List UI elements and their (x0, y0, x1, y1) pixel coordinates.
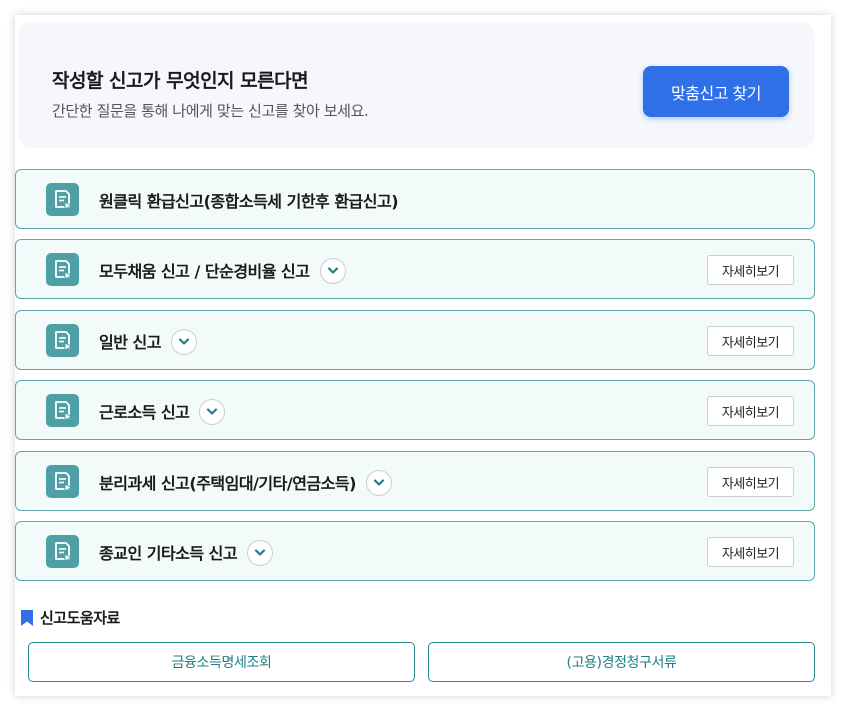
chevron-down-icon[interactable] (365, 470, 392, 496)
chevron-down-icon[interactable] (170, 329, 197, 355)
chevron-down-icon[interactable] (247, 540, 274, 566)
help-resources-title: 신고도움자료 (40, 609, 120, 627)
filing-row-label: 모두채움 신고 / 단순경비율 신고 (99, 258, 346, 284)
detail-button[interactable]: 자세히보기 (707, 396, 794, 426)
document-play-icon (46, 465, 79, 498)
filing-row-label: 분리과세 신고(주택임대/기타/연금소득) (99, 470, 392, 496)
filing-row-general[interactable]: 일반 신고 자세히보기 (15, 310, 815, 370)
bookmark-icon (21, 609, 33, 626)
document-play-icon (46, 535, 79, 568)
document-play-icon (46, 253, 79, 286)
guide-title: 작성할 신고가 무엇인지 모른다면 (52, 70, 309, 92)
detail-button[interactable]: 자세히보기 (707, 467, 794, 497)
filing-row-label: 근로소득 신고 (99, 399, 226, 425)
filing-row-separate-taxation[interactable]: 분리과세 신고(주택임대/기타/연금소득) 자세히보기 (15, 451, 815, 511)
guide-subtitle: 간단한 질문을 통해 나에게 맞는 신고를 찾아 보세요. (52, 102, 369, 120)
filing-row-label: 일반 신고 (99, 329, 197, 355)
detail-button[interactable]: 자세히보기 (707, 326, 794, 356)
document-play-icon (46, 394, 79, 427)
tax-filing-panel: 작성할 신고가 무엇인지 모른다면 간단한 질문을 통해 나에게 맞는 신고를 … (15, 15, 831, 696)
filing-row-label: 종교인 기타소득 신고 (99, 540, 274, 566)
find-custom-filing-button[interactable]: 맞춤신고 찾기 (643, 66, 789, 117)
document-play-icon (46, 324, 79, 357)
filing-row-religious[interactable]: 종교인 기타소득 신고 자세히보기 (15, 521, 815, 581)
financial-income-statement-button[interactable]: 금융소득명세조회 (28, 642, 415, 682)
detail-button[interactable]: 자세히보기 (707, 255, 794, 285)
detail-button[interactable]: 자세히보기 (707, 537, 794, 567)
document-play-icon (46, 183, 79, 216)
filing-row-label: 원클릭 환급신고(종합소득세 기한후 환급신고) (99, 192, 399, 211)
chevron-down-icon[interactable] (199, 399, 226, 425)
filing-row-prefilled[interactable]: 모두채움 신고 / 단순경비율 신고 자세히보기 (15, 239, 815, 299)
filing-row-oneclick-refund[interactable]: 원클릭 환급신고(종합소득세 기한후 환급신고) (15, 169, 815, 229)
filing-row-earned-income[interactable]: 근로소득 신고 자세히보기 (15, 380, 815, 440)
correction-claim-documents-button[interactable]: (고용)경정청구서류 (428, 642, 815, 682)
chevron-down-icon[interactable] (319, 258, 346, 284)
help-resources-heading: 신고도움자료 (20, 607, 120, 628)
custom-filing-guide: 작성할 신고가 무엇인지 모른다면 간단한 질문을 통해 나에게 맞는 신고를 … (18, 22, 815, 148)
